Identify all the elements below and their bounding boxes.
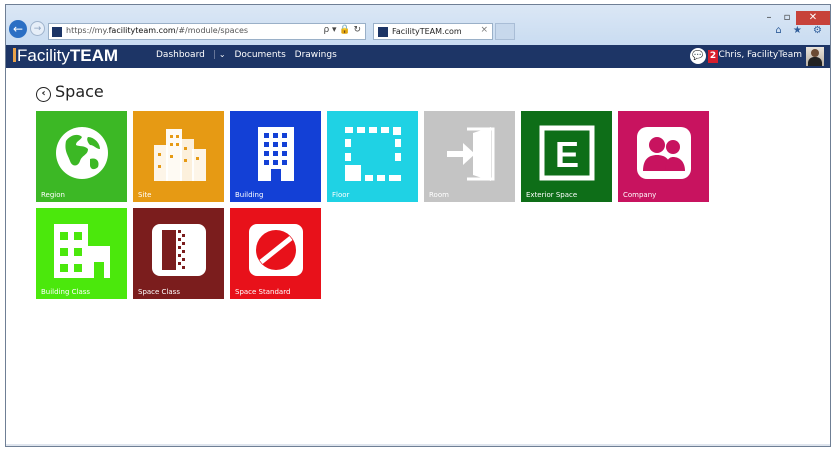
back-circle-icon[interactable]: ‹ bbox=[36, 87, 51, 102]
tab-favicon-icon bbox=[378, 27, 388, 37]
chevron-down-icon[interactable]: ⌄ bbox=[219, 50, 226, 59]
tile-region[interactable]: Region bbox=[36, 111, 127, 202]
tile-label: Space Standard bbox=[235, 288, 291, 296]
tile-label: Space Class bbox=[138, 288, 180, 296]
menu-dashboard-label: Dashboard bbox=[156, 50, 205, 60]
notification-badge[interactable]: 2 bbox=[708, 50, 718, 63]
tile-building[interactable]: Building bbox=[230, 111, 321, 202]
exterior-space-icon: E bbox=[539, 125, 594, 181]
logo-bar-icon bbox=[13, 48, 16, 62]
home-favorites-settings-icons[interactable]: ⌂ ★ ⚙ bbox=[775, 25, 826, 36]
page-title: ‹ Space bbox=[36, 82, 104, 102]
user-name[interactable]: Chris, FacilityTeam bbox=[718, 50, 802, 60]
address-bar[interactable]: https://my.facilityteam.com/#/module/spa… bbox=[48, 23, 366, 40]
address-tools[interactable]: ρ ▾ 🔒 ↻ bbox=[323, 25, 361, 35]
site-favicon-icon bbox=[52, 27, 62, 37]
browser-window: ← → https://my.facilityteam.com/#/module… bbox=[5, 4, 831, 447]
floor-plan-icon bbox=[344, 127, 401, 181]
avatar[interactable] bbox=[806, 47, 824, 66]
tile-label: Exterior Space bbox=[526, 191, 578, 199]
tile-label: Building Class bbox=[41, 288, 91, 296]
url-domain: facilityteam.com bbox=[108, 26, 176, 35]
tile-space-class[interactable]: Space Class bbox=[133, 208, 224, 299]
tile-label: Region bbox=[41, 191, 65, 199]
main-menu: Dashboard | ⌄ Documents Drawings bbox=[156, 50, 343, 60]
logo-thin: Facility bbox=[17, 46, 70, 65]
tile-site[interactable]: Site bbox=[133, 111, 224, 202]
logo-bold: TEAM bbox=[69, 46, 119, 65]
taskbar-strip bbox=[6, 444, 830, 446]
exterior-space-letter: E bbox=[554, 134, 578, 175]
close-window-button[interactable]: ✕ bbox=[796, 11, 830, 25]
space-standard-icon bbox=[248, 224, 303, 276]
browser-tab[interactable]: FacilityTEAM.com × bbox=[373, 23, 493, 40]
url-prefix: https://my. bbox=[66, 26, 109, 35]
menu-drawings[interactable]: Drawings bbox=[295, 50, 337, 60]
tile-space-standard[interactable]: Space Standard bbox=[230, 208, 321, 299]
menu-dashboard[interactable]: Dashboard bbox=[156, 50, 211, 60]
tile-label: Room bbox=[429, 191, 449, 199]
building-icon bbox=[257, 127, 294, 181]
people-icon bbox=[636, 127, 691, 179]
tile-floor[interactable]: Floor bbox=[327, 111, 418, 202]
menu-documents[interactable]: Documents bbox=[234, 50, 285, 60]
tile-exterior-space[interactable]: E Exterior Space bbox=[521, 111, 612, 202]
space-class-icon bbox=[151, 224, 206, 276]
menu-separator: | bbox=[212, 50, 216, 60]
city-buildings-icon bbox=[153, 129, 206, 181]
new-tab-button[interactable] bbox=[495, 23, 515, 40]
globe-icon bbox=[55, 127, 108, 179]
tile-label: Floor bbox=[332, 191, 350, 199]
building-class-icon bbox=[53, 224, 110, 278]
url-path: /#/module/spaces bbox=[175, 26, 249, 35]
chat-icon[interactable]: 💬 bbox=[690, 48, 706, 64]
app-header: FacilityTEAM Dashboard | ⌄ Documents Drawi… bbox=[6, 45, 830, 68]
page-title-text: Space bbox=[55, 82, 104, 101]
tab-close-icon[interactable]: × bbox=[480, 25, 488, 35]
tile-label: Company bbox=[623, 191, 657, 199]
url-text[interactable]: https://my.facilityteam.com/#/module/spa… bbox=[66, 26, 248, 35]
browser-chrome: ← → https://my.facilityteam.com/#/module… bbox=[6, 5, 830, 45]
window-controls: – ▫ ✕ bbox=[760, 5, 830, 25]
tile-room[interactable]: Room bbox=[424, 111, 515, 202]
minimize-button[interactable]: – bbox=[760, 11, 778, 25]
facilityteam-logo[interactable]: FacilityTEAM bbox=[13, 45, 118, 67]
maximize-button[interactable]: ▫ bbox=[778, 11, 796, 25]
tab-title: FacilityTEAM.com bbox=[392, 27, 462, 36]
back-arrow-icon[interactable]: ← bbox=[9, 20, 27, 38]
door-enter-icon bbox=[446, 127, 494, 181]
tile-label: Site bbox=[138, 191, 152, 199]
tile-label: Building bbox=[235, 191, 264, 199]
forward-arrow-icon[interactable]: → bbox=[30, 21, 45, 36]
tile-building-class[interactable]: Building Class bbox=[36, 208, 127, 299]
tile-company[interactable]: Company bbox=[618, 111, 709, 202]
